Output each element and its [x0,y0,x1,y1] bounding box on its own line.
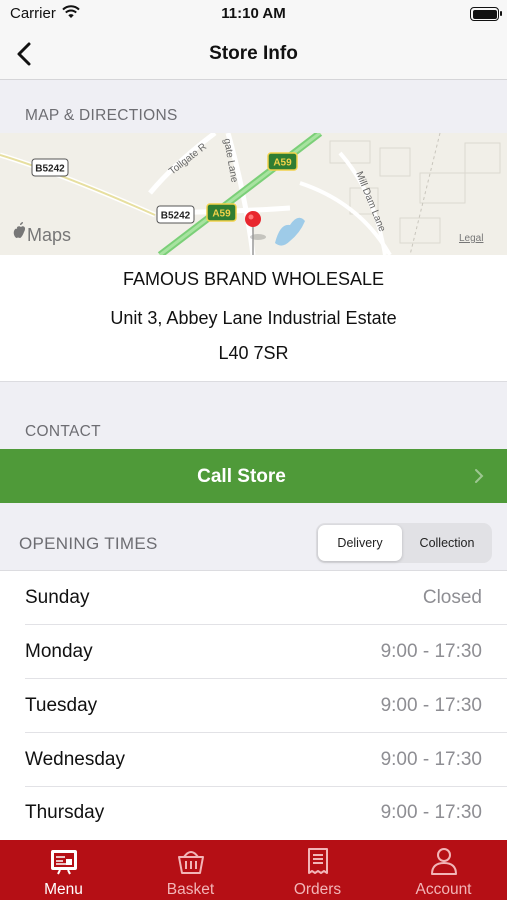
tab-account-label: Account [415,881,472,898]
person-icon [431,848,457,875]
road-label-a59-mid: A59 [206,203,237,222]
call-store-label: Call Store [197,466,286,487]
basket-icon [178,851,204,874]
delivery-collection-segmented-control: Delivery Collection [316,523,492,563]
map-view[interactable]: B5242 A59 A59 B5242 Tollgate R gate Lane… [0,133,507,255]
road-label-a59-top: A59 [267,152,298,171]
orders-receipt-icon [308,848,328,874]
svg-text:B5242: B5242 [161,211,191,222]
navigation-bar: Store Info [0,28,507,80]
tab-menu[interactable]: Menu [0,840,127,900]
hours-value: Closed [422,587,482,608]
map-legal-link[interactable]: Legal [459,233,483,244]
hours-value: 9:00 - 17:30 [380,695,482,716]
map-section-header: MAP & DIRECTIONS [25,107,178,124]
map-graphic: B5242 A59 A59 B5242 Tollgate R gate Lane… [0,133,507,255]
contact-section-header: CONTACT [25,423,101,440]
segment-delivery[interactable]: Delivery [318,525,402,561]
chevron-right-icon [475,469,484,483]
hours-row: Wednesday 9:00 - 17:30 [0,733,507,787]
clock: 11:10 AM [221,5,286,22]
opening-hours-list: Sunday Closed Monday 9:00 - 17:30 Tuesda… [0,570,507,842]
road-label-b5242-mid: B5242 [156,205,195,224]
call-store-button[interactable]: Call Store [0,449,507,503]
tab-orders[interactable]: Orders [254,840,381,900]
day-label: Sunday [25,587,90,608]
day-label: Wednesday [25,749,125,770]
road-label-b5242-left: B5242 [31,158,69,177]
svg-text:A59: A59 [273,158,292,169]
hours-row: Monday 9:00 - 17:30 [0,625,507,679]
hours-row: Sunday Closed [0,571,507,625]
status-bar: Carrier 11:10 AM [0,0,507,28]
store-name: FAMOUS BRAND WHOLESALE [122,269,385,289]
page-title: Store Info [209,43,298,64]
svg-text:A59: A59 [212,209,231,220]
hours-row: Thursday 9:00 - 17:30 [0,786,507,840]
tab-basket[interactable]: Basket [127,840,254,900]
day-label: Monday [25,641,93,662]
battery-icon [470,7,502,21]
day-label: Thursday [25,802,105,823]
tab-basket-label: Basket [166,881,215,898]
day-label: Tuesday [25,695,98,716]
svg-text:B5242: B5242 [35,164,65,175]
hours-value: 9:00 - 17:30 [380,802,482,823]
hours-row: Tuesday 9:00 - 17:30 [0,679,507,733]
store-postcode: L40 7SR [218,343,289,363]
tab-bar: Menu Basket Orders Account [0,840,507,900]
store-address-card: FAMOUS BRAND WHOLESALE Unit 3, Abbey Lan… [0,255,507,382]
hours-value: 9:00 - 17:30 [380,749,482,770]
store-street: Unit 3, Abbey Lane Industrial Estate [110,308,397,328]
menu-board-icon [51,850,77,875]
hours-value: 9:00 - 17:30 [380,641,482,662]
tab-account[interactable]: Account [380,840,507,900]
tab-menu-label: Menu [44,881,83,898]
segment-collection[interactable]: Collection [404,525,490,561]
svg-text:Maps: Maps [27,225,71,245]
tab-orders-label: Orders [293,881,342,898]
